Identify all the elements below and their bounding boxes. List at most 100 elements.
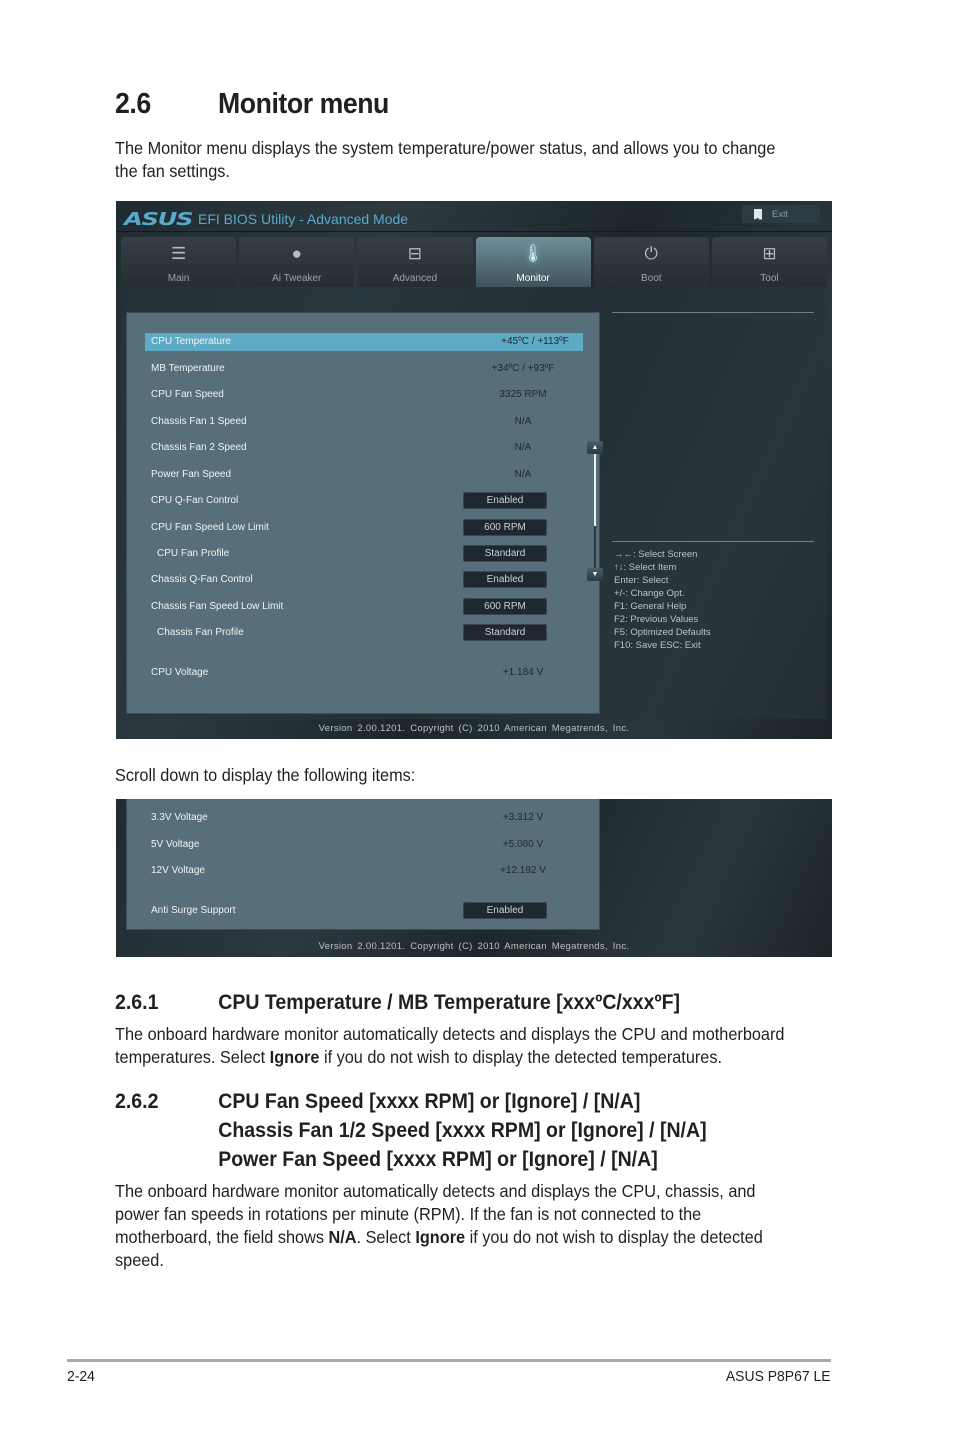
help-line: F2: Previous Values — [614, 614, 699, 625]
setting-name: Chassis Fan 2 Speed — [151, 442, 247, 453]
tab-monitor[interactable]: 🌡 Monitor — [475, 237, 591, 287]
tab-boot[interactable]: ⏻ Boot — [593, 237, 709, 287]
setting-value: N/A — [514, 442, 532, 453]
help-divider-top — [612, 312, 814, 313]
subsection-heading-2-6-1: 2.6.1 CPU Temperature / MB Temperature [… — [115, 988, 822, 1018]
cpu-fan-low-limit-select[interactable]: 600 RPM — [463, 519, 547, 536]
setting-value: +12.192 V — [500, 865, 546, 876]
tab-tool[interactable]: ⊞ Tool — [711, 237, 828, 287]
scrollbar-track[interactable] — [594, 526, 596, 568]
setting-chassis-fan-2-speed[interactable]: Chassis Fan 2 Speed N/A — [145, 439, 583, 457]
tweaker-icon: ● — [291, 244, 302, 263]
bios-tabs: ☰ Main ● Ai Tweaker ⊟ Advanced 🌡 Monitor… — [121, 237, 828, 287]
exit-door-icon — [754, 208, 762, 220]
body-bold: N/A — [328, 1227, 357, 1247]
setting-name: CPU Fan Profile — [157, 548, 230, 559]
chassis-fan-low-limit-select[interactable]: 600 RPM — [463, 598, 547, 615]
product-name: ASUS P8P67 LE — [726, 1368, 831, 1385]
subsection-title: CPU Temperature / MB Temperature [xxxºC/… — [218, 991, 681, 1014]
setting-value: +34ºC / +93ºF — [491, 363, 555, 374]
asus-logo: ASUS — [124, 208, 194, 230]
version-text: Version 2.00.1201. Copyright (C) 2010 Am… — [318, 941, 630, 952]
setting-12v-voltage[interactable]: 12V Voltage +12.192 V — [145, 862, 583, 880]
scroll-up-button[interactable]: ▲ — [587, 441, 603, 454]
tab-ai-tweaker[interactable]: ● Ai Tweaker — [239, 237, 355, 287]
chassis-fan-profile-select[interactable]: Standard — [463, 624, 547, 641]
bios-title-bar: ASUS EFI BIOS Utility - Advanced Mode — [124, 207, 408, 231]
exit-button[interactable]: Exit — [742, 205, 820, 223]
setting-cpu-voltage[interactable]: CPU Voltage +1.184 V — [145, 664, 583, 682]
tab-label: Boot — [640, 273, 662, 284]
help-line: +/-: Change Opt. — [614, 588, 685, 599]
scroll-caption: Scroll down to display the following ite… — [115, 765, 416, 785]
setting-name: Chassis Fan Speed Low Limit — [151, 601, 284, 612]
tab-main[interactable]: ☰ Main — [121, 237, 237, 287]
subsection-heading-2-6-2: 2.6.2 CPU Fan Speed [xxxx RPM] or [Ignor… — [115, 1087, 822, 1177]
tab-advanced[interactable]: ⊟ Advanced — [357, 237, 473, 287]
setting-value: N/A — [514, 469, 532, 480]
cpu-q-fan-select[interactable]: Enabled — [463, 492, 547, 509]
setting-value: +5.080 V — [502, 839, 544, 850]
setting-cpu-temperature[interactable]: CPU Temperature +45ºC / +113ºF — [145, 333, 583, 351]
setting-value: N/A — [514, 416, 532, 427]
page-number: 2-24 — [67, 1368, 95, 1385]
subsection-title-line: Power Fan Speed [xxxx RPM] or [Ignore] /… — [218, 1148, 658, 1171]
power-icon: ⏻ — [644, 244, 658, 263]
setting-name: MB Temperature — [151, 363, 225, 374]
setting-anti-surge-support[interactable]: Anti Surge Support Enabled — [145, 902, 583, 920]
help-line: F10: Save ESC: Exit — [614, 640, 701, 651]
tab-label: Advanced — [392, 273, 438, 284]
setting-cpu-fan-profile[interactable]: CPU Fan Profile Standard — [145, 545, 583, 563]
scroll-down-button[interactable]: ▼ — [587, 568, 603, 581]
scrollbar-thumb[interactable] — [594, 454, 596, 526]
advanced-info-icon: ⊟ — [407, 244, 423, 263]
subsection-body-2-6-1: The onboard hardware monitor automatical… — [115, 1023, 822, 1069]
setting-5v-voltage[interactable]: 5V Voltage +5.080 V — [145, 836, 583, 854]
help-line: F1: General Help — [614, 601, 687, 612]
section-intro: The Monitor menu displays the system tem… — [115, 138, 776, 181]
help-line: ↑↓: Select Item — [614, 562, 677, 573]
chassis-q-fan-select[interactable]: Enabled — [463, 571, 547, 588]
setting-3v3-voltage[interactable]: 3.3V Voltage +3.312 V — [145, 809, 583, 827]
setting-value: 3325 RPM — [499, 389, 547, 400]
help-line: Enter: Select — [614, 575, 669, 586]
setting-power-fan-speed[interactable]: Power Fan Speed N/A — [145, 466, 583, 484]
subsection-body-2-6-2: The onboard hardware monitor automatical… — [115, 1180, 766, 1272]
setting-name: CPU Voltage — [151, 667, 209, 678]
setting-chassis-fan-1-speed[interactable]: Chassis Fan 1 Speed N/A — [145, 413, 583, 431]
title-divider — [116, 231, 832, 232]
setting-chassis-fan-speed-low-limit[interactable]: Chassis Fan Speed Low Limit 600 RPM — [145, 598, 583, 616]
setting-chassis-q-fan-control[interactable]: Chassis Q-Fan Control Enabled — [145, 571, 583, 589]
tab-label: Main — [167, 273, 190, 284]
setting-chassis-fan-profile[interactable]: Chassis Fan Profile Standard — [145, 624, 583, 642]
section-title-text: Monitor menu — [218, 88, 389, 120]
setting-cpu-fan-speed-low-limit[interactable]: CPU Fan Speed Low Limit 600 RPM — [145, 519, 583, 537]
setting-name: CPU Temperature — [151, 336, 231, 347]
tab-label: Monitor — [516, 273, 550, 284]
subsection-title-line: CPU Fan Speed [xxxx RPM] or [Ignore] / [… — [218, 1090, 641, 1113]
subsection-number: 2.6.1 — [115, 991, 159, 1014]
setting-name: 5V Voltage — [151, 839, 200, 850]
bios-screenshot-scrolled: 3.3V Voltage +3.312 V 5V Voltage +5.080 … — [116, 799, 832, 957]
setting-name: 3.3V Voltage — [151, 812, 208, 823]
cpu-fan-profile-select[interactable]: Standard — [463, 545, 547, 562]
anti-surge-select[interactable]: Enabled — [463, 902, 547, 919]
bios-screenshot: ASUS EFI BIOS Utility - Advanced Mode Ex… — [116, 201, 832, 739]
setting-value: +3.312 V — [502, 812, 544, 823]
setting-mb-temperature[interactable]: MB Temperature +34ºC / +93ºF — [145, 360, 583, 378]
bios-title: EFI BIOS Utility - Advanced Mode — [198, 211, 409, 227]
setting-name: CPU Fan Speed — [151, 389, 224, 400]
setting-cpu-q-fan-control[interactable]: CPU Q-Fan Control Enabled — [145, 492, 583, 510]
section-title: 2.6 Monitor menu — [115, 88, 389, 121]
setting-cpu-fan-speed[interactable]: CPU Fan Speed 3325 RPM — [145, 386, 583, 404]
tab-label: Ai Tweaker — [272, 273, 322, 284]
section-number: 2.6 — [115, 88, 151, 120]
body-text: . Select — [356, 1227, 416, 1247]
setting-value: +45ºC / +113ºF — [501, 336, 569, 347]
setting-name: Chassis Q-Fan Control — [151, 574, 253, 585]
help-line: F5: Optimized Defaults — [614, 627, 711, 638]
help-line: →←: Select Screen — [614, 549, 698, 560]
subsection-title-line: Chassis Fan 1/2 Speed [xxxx RPM] or [Ign… — [218, 1119, 707, 1142]
setting-name: CPU Q-Fan Control — [151, 495, 239, 506]
toolbox-icon: ⊞ — [762, 244, 777, 263]
